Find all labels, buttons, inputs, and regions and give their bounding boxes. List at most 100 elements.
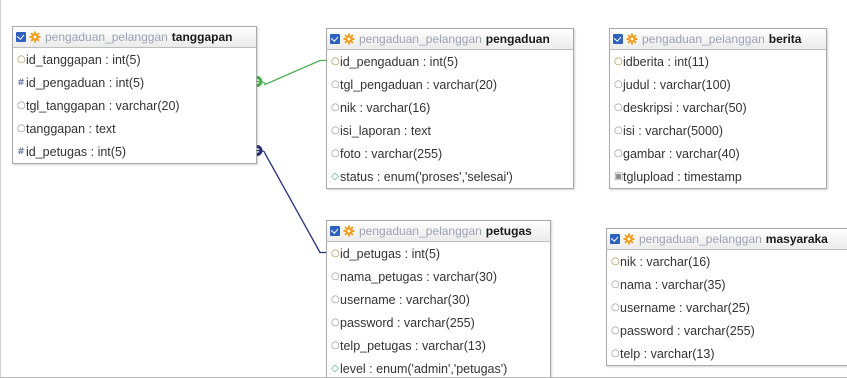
column-icon: ○: [17, 100, 26, 111]
settings-gear-icon[interactable]: [626, 33, 638, 45]
column-icon: ○: [611, 279, 620, 290]
database-name: pengaduan_pelanggan: [642, 32, 765, 46]
column-label: idberita : int(11): [623, 54, 709, 69]
column-row[interactable]: ○ isi : varchar(5000): [610, 119, 826, 142]
relation-line-tanggapan-pengaduan: [256, 59, 326, 86]
table-header[interactable]: pengaduan_pelanggan masyaraka: [607, 229, 847, 250]
column-label: isi_laporan : text: [340, 123, 432, 138]
column-row[interactable]: # id_pengaduan : int(5): [13, 71, 256, 94]
table-name: berita: [768, 32, 802, 46]
column-row[interactable]: ▣ tglupload : timestamp: [610, 165, 826, 188]
column-row[interactable]: ○ password : varchar(255): [607, 319, 847, 342]
table-berita[interactable]: pengaduan_pelanggan berita ○ idberita : int…: [609, 28, 827, 189]
column-label: nik : varchar(16): [620, 254, 711, 269]
relation-line-tanggapan-petugas: [256, 149, 326, 254]
table-tanggapan[interactable]: pengaduan_pelanggan tanggapan ○ id_tanggapa…: [12, 26, 257, 164]
column-icon: ○: [331, 125, 340, 136]
column-row[interactable]: ○ id_petugas : int(5): [327, 242, 550, 265]
table-masyarakat[interactable]: pengaduan_pelanggan masyaraka ○ nik : varch…: [606, 228, 847, 366]
column-label: isi : varchar(5000): [623, 123, 724, 138]
table-header[interactable]: pengaduan_pelanggan petugas: [327, 221, 550, 242]
column-icon: ○: [331, 317, 340, 328]
column-row[interactable]: ○ foto : varchar(255): [327, 142, 573, 165]
column-row[interactable]: ○ username : varchar(30): [327, 288, 550, 311]
column-icon: ○: [331, 294, 340, 305]
column-row[interactable]: ○ gambar : varchar(40): [610, 142, 826, 165]
toggle-columns-icon[interactable]: [330, 34, 340, 44]
column-row[interactable]: ○ idberita : int(11): [610, 50, 826, 73]
toggle-columns-icon[interactable]: [610, 234, 620, 244]
table-header[interactable]: pengaduan_pelanggan berita: [610, 29, 826, 50]
column-row[interactable]: ◇ status : enum('proses','selesai'): [327, 165, 573, 188]
column-icon: ○: [611, 325, 620, 336]
column-icon: ○: [331, 79, 340, 90]
column-icon: ○: [331, 148, 340, 159]
settings-gear-icon[interactable]: [29, 31, 41, 43]
column-label: id_petugas : int(5): [26, 144, 127, 159]
column-label: telp_petugas : varchar(13): [340, 338, 486, 353]
column-label: nik : varchar(16): [340, 100, 431, 115]
toggle-columns-icon[interactable]: [330, 226, 340, 236]
column-label: deskripsi : varchar(50): [623, 100, 747, 115]
column-label: foto : varchar(255): [340, 146, 443, 161]
column-row[interactable]: ○ isi_laporan : text: [327, 119, 573, 142]
column-icon: ○: [614, 148, 623, 159]
column-row[interactable]: ○ telp_petugas : varchar(13): [327, 334, 550, 357]
table-header[interactable]: pengaduan_pelanggan pengaduan: [327, 29, 573, 50]
column-label: id_pengaduan : int(5): [340, 54, 459, 69]
table-name: petugas: [485, 224, 532, 238]
column-row[interactable]: ○ tanggapan : text: [13, 117, 256, 140]
table-petugas[interactable]: pengaduan_pelanggan petugas ○ id_petugas : …: [326, 220, 551, 377]
key-icon: ○: [611, 256, 620, 267]
column-row[interactable]: ◇ level : enum('admin','petugas'): [327, 357, 550, 377]
column-row[interactable]: ○ password : varchar(255): [327, 311, 550, 334]
column-icon: ○: [331, 271, 340, 282]
column-row[interactable]: ○ nama : varchar(35): [607, 273, 847, 296]
column-row[interactable]: # id_petugas : int(5): [13, 140, 256, 163]
column-label: tglupload : timestamp: [623, 169, 742, 184]
column-label: tgl_tanggapan : varchar(20): [26, 98, 180, 113]
column-label: tanggapan : text: [26, 121, 116, 136]
column-row[interactable]: ○ telp : varchar(13): [607, 342, 847, 365]
column-row[interactable]: ○ id_pengaduan : int(5): [327, 50, 573, 73]
column-label: username : varchar(25): [620, 300, 750, 315]
key-icon: ○: [331, 56, 340, 67]
column-row[interactable]: ○ nik : varchar(16): [607, 250, 847, 273]
column-label: password : varchar(255): [620, 323, 755, 338]
table-header[interactable]: pengaduan_pelanggan tanggapan: [13, 27, 256, 48]
column-label: nama_petugas : varchar(30): [340, 269, 498, 284]
column-row[interactable]: ○ nik : varchar(16): [327, 96, 573, 119]
toggle-columns-icon[interactable]: [16, 32, 26, 42]
column-icon: ○: [614, 102, 623, 113]
column-row[interactable]: ○ tgl_pengaduan : varchar(20): [327, 73, 573, 96]
column-label: id_pengaduan : int(5): [26, 75, 145, 90]
column-label: username : varchar(30): [340, 292, 470, 307]
column-icon: ○: [614, 125, 623, 136]
index-icon: #: [17, 77, 25, 88]
column-row[interactable]: ○ judul : varchar(100): [610, 73, 826, 96]
database-name: pengaduan_pelanggan: [45, 30, 168, 44]
designer-canvas[interactable]: pengaduan_pelanggan tanggapan ○ id_tanggapa…: [0, 0, 847, 378]
key-icon: ○: [614, 56, 623, 67]
table-name: pengaduan: [485, 32, 550, 46]
column-row[interactable]: ○ username : varchar(25): [607, 296, 847, 319]
settings-gear-icon[interactable]: [343, 33, 355, 45]
column-row[interactable]: ○ deskripsi : varchar(50): [610, 96, 826, 119]
settings-gear-icon[interactable]: [623, 233, 635, 245]
column-icon: ○: [331, 340, 340, 351]
column-row[interactable]: ○ nama_petugas : varchar(30): [327, 265, 550, 288]
column-icon: ○: [331, 102, 340, 113]
table-name: masyaraka: [765, 232, 828, 246]
key-icon: ○: [17, 54, 26, 65]
column-label: judul : varchar(100): [623, 77, 731, 92]
table-pengaduan[interactable]: pengaduan_pelanggan pengaduan ○ id_pengadua…: [326, 28, 574, 189]
column-label: nama : varchar(35): [620, 277, 726, 292]
enum-icon: ◇: [331, 171, 339, 182]
column-row[interactable]: ○ tgl_tanggapan : varchar(20): [13, 94, 256, 117]
column-icon: ○: [17, 123, 26, 134]
column-label: password : varchar(255): [340, 315, 475, 330]
settings-gear-icon[interactable]: [343, 225, 355, 237]
toggle-columns-icon[interactable]: [613, 34, 623, 44]
column-row[interactable]: ○ id_tanggapan : int(5): [13, 48, 256, 71]
enum-icon: ◇: [331, 363, 339, 374]
